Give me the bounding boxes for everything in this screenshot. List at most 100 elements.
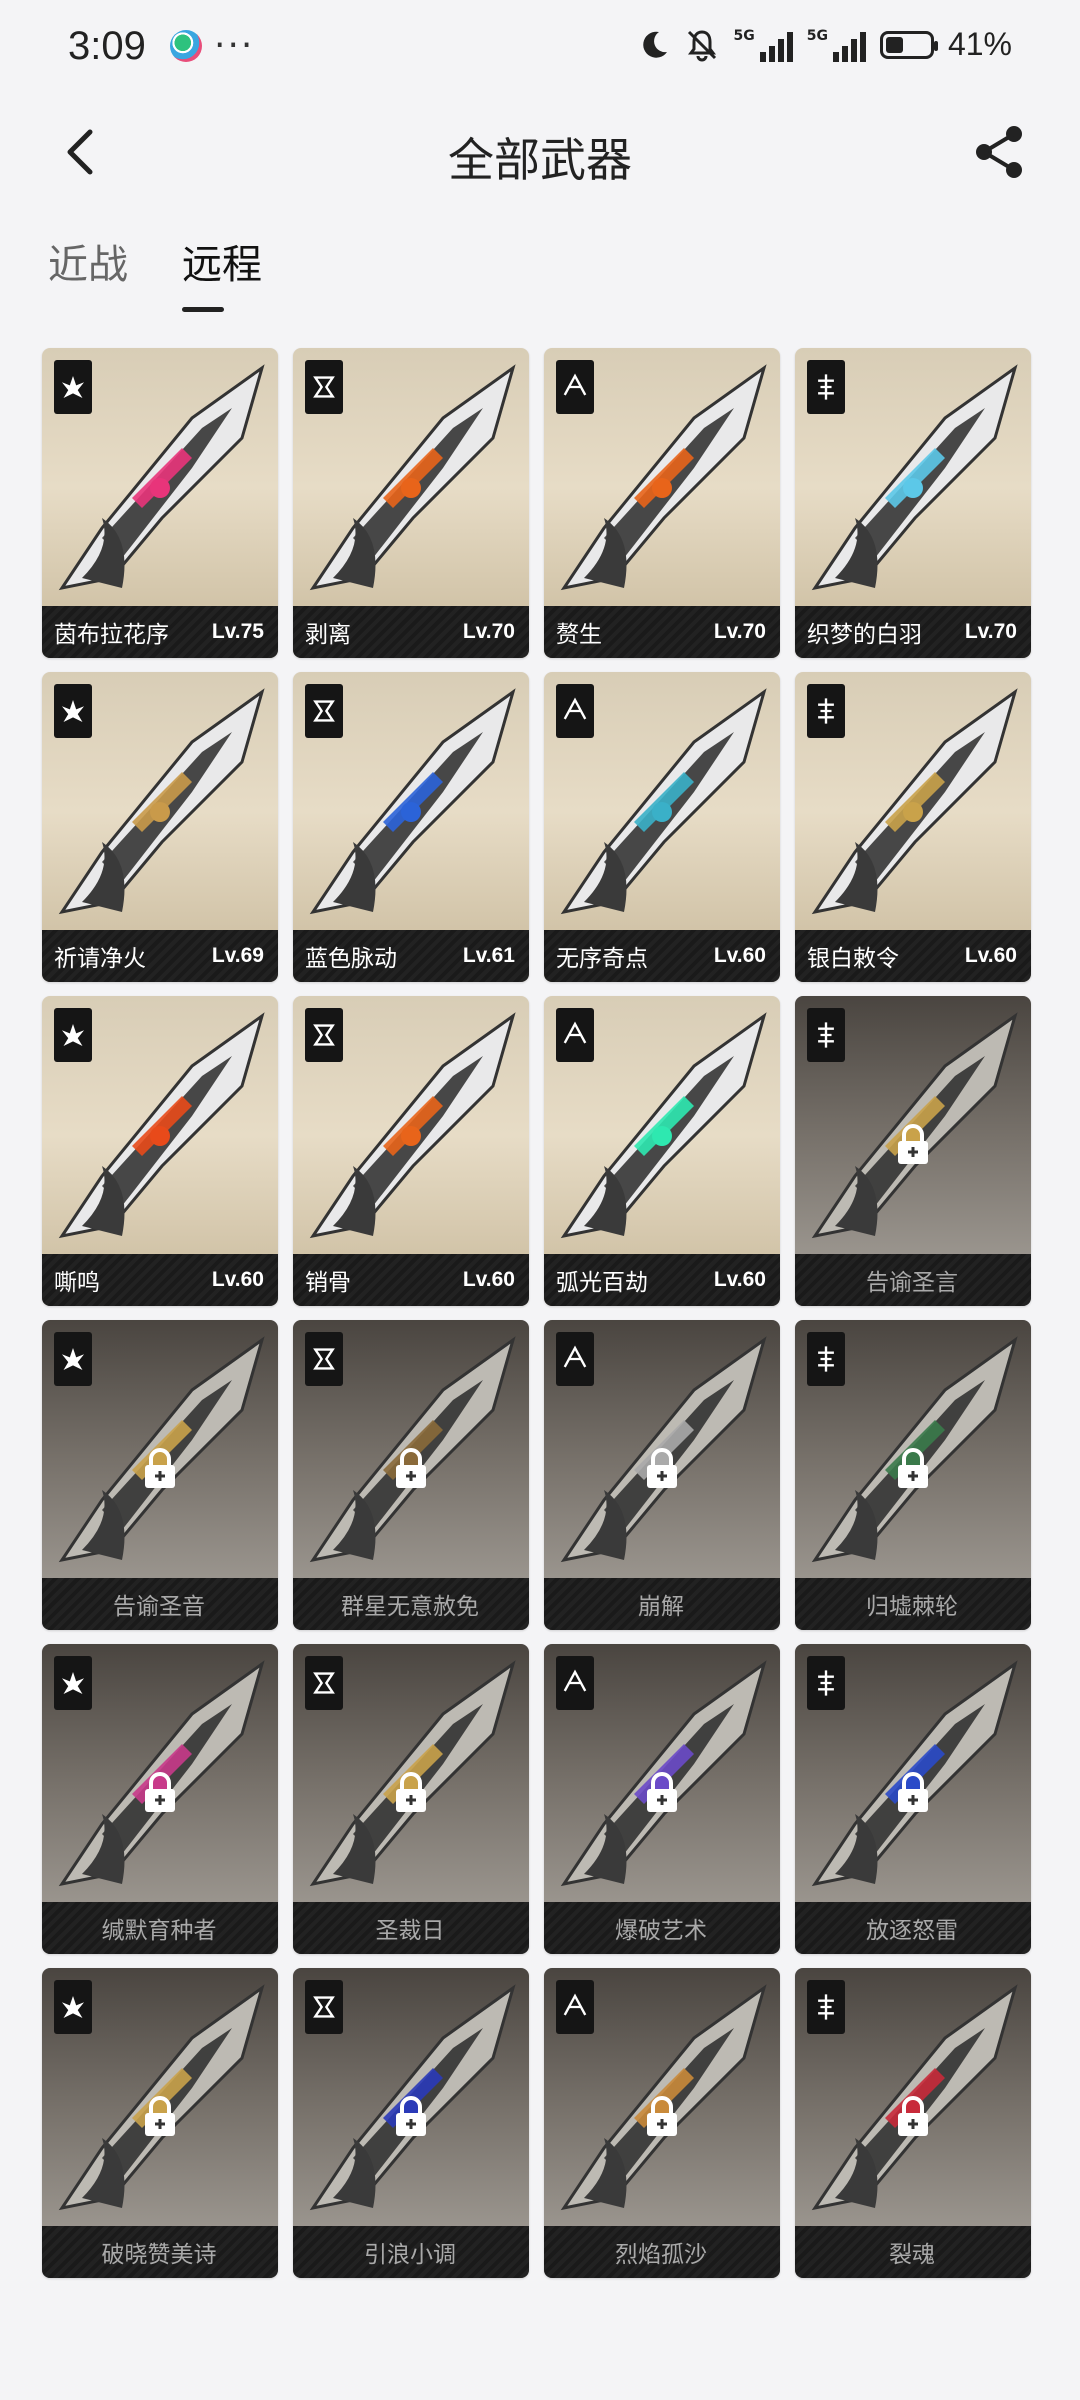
weapon-name: 茵布拉花序 <box>54 622 169 648</box>
weapon-card[interactable]: 放逐怒雷 <box>795 1644 1031 1954</box>
card-footer: 崩解 <box>544 1578 780 1630</box>
weapon-card[interactable]: 嘶鸣 Lv.60 <box>42 996 278 1306</box>
network-1-label: 5G <box>733 27 755 44</box>
signal-1-icon: 5G <box>733 27 793 62</box>
weapon-grid: 茵布拉花序 Lv.75 剥离 Lv.70 赘生 Lv.70 织梦的白羽 Lv.70 祈请净火 Lv… <box>42 348 1042 2278</box>
weapon-name: 放逐怒雷 <box>866 1918 958 1944</box>
weapon-card[interactable]: 销骨 Lv.60 <box>293 996 529 1306</box>
weapon-card[interactable]: 赘生 Lv.70 <box>544 348 780 658</box>
weapon-level: Lv.60 <box>211 1268 264 1291</box>
more-notifications-icon: ··· <box>214 25 255 66</box>
card-footer: 缄默育种者 <box>42 1902 278 1954</box>
weapon-name: 引浪小调 <box>364 2242 456 2268</box>
weapon-name: 归墟棘轮 <box>866 1594 958 1620</box>
class-badge-icon <box>556 1008 594 1062</box>
weapon-card[interactable]: 烈焰孤沙 <box>544 1968 780 2278</box>
weapon-card[interactable]: 引浪小调 <box>293 1968 529 2278</box>
card-footer: 归墟棘轮 <box>795 1578 1031 1630</box>
card-footer: 银白敕令 Lv.60 <box>795 930 1031 982</box>
card-footer: 赘生 Lv.70 <box>544 606 780 658</box>
card-footer: 告谕圣言 <box>795 1254 1031 1306</box>
weapon-level: Lv.60 <box>713 1268 766 1291</box>
weapon-level: Lv.61 <box>462 944 515 967</box>
share-icon[interactable] <box>970 122 1030 182</box>
weapon-name: 崩解 <box>638 1594 684 1620</box>
class-badge-icon <box>807 360 845 414</box>
class-badge-icon <box>305 1656 343 1710</box>
lock-icon <box>898 1448 928 1488</box>
card-footer: 祈请净火 Lv.69 <box>42 930 278 982</box>
card-footer: 群星无意赦免 <box>293 1578 529 1630</box>
weapon-name: 告谕圣音 <box>113 1594 205 1620</box>
class-badge-icon <box>305 684 343 738</box>
card-footer: 破晓赞美诗 <box>42 2226 278 2278</box>
network-2-label: 5G <box>806 27 828 44</box>
lock-icon <box>647 1448 677 1488</box>
weapon-level: Lv.75 <box>211 620 264 643</box>
weapon-card[interactable]: 爆破艺术 <box>544 1644 780 1954</box>
card-footer: 茵布拉花序 Lv.75 <box>42 606 278 658</box>
weapon-card[interactable]: 归墟棘轮 <box>795 1320 1031 1630</box>
lock-icon <box>898 1124 928 1164</box>
tab-melee[interactable]: 近战 <box>48 232 128 312</box>
weapon-card[interactable]: 无序奇点 Lv.60 <box>544 672 780 982</box>
class-badge-icon <box>54 1332 92 1386</box>
status-time: 3:09 <box>68 24 146 68</box>
weapon-card[interactable]: 剥离 Lv.70 <box>293 348 529 658</box>
weapon-name: 圣裁日 <box>375 1918 445 1944</box>
weapon-name: 告谕圣言 <box>866 1270 958 1296</box>
weapon-card[interactable]: 蓝色脉动 Lv.61 <box>293 672 529 982</box>
weapon-card[interactable]: 银白敕令 Lv.60 <box>795 672 1031 982</box>
weapon-card[interactable]: 裂魂 <box>795 1968 1031 2278</box>
card-footer: 爆破艺术 <box>544 1902 780 1954</box>
class-badge-icon <box>807 684 845 738</box>
weapon-card[interactable]: 告谕圣音 <box>42 1320 278 1630</box>
class-badge-icon <box>807 1008 845 1062</box>
class-badge-icon <box>556 360 594 414</box>
status-left-icons: ··· <box>170 25 255 66</box>
weapon-name: 织梦的白羽 <box>807 622 922 648</box>
weapon-card[interactable]: 崩解 <box>544 1320 780 1630</box>
weapon-card[interactable]: 告谕圣言 <box>795 996 1031 1306</box>
class-badge-icon <box>54 684 92 738</box>
card-footer: 蓝色脉动 Lv.61 <box>293 930 529 982</box>
class-badge-icon <box>305 1332 343 1386</box>
weapon-name: 裂魂 <box>889 2242 935 2268</box>
card-footer: 放逐怒雷 <box>795 1902 1031 1954</box>
weapon-name: 缄默育种者 <box>101 1918 217 1944</box>
lock-icon <box>396 2096 426 2136</box>
weapon-name: 爆破艺术 <box>615 1918 707 1944</box>
battery-fill <box>885 36 903 53</box>
weapon-name: 银白敕令 <box>807 946 899 972</box>
class-badge-icon <box>807 1332 845 1386</box>
status-bar: 3:09 ··· 5G 5G 41% <box>0 0 1080 100</box>
weapon-name: 赘生 <box>556 622 602 648</box>
weapon-name: 破晓赞美诗 <box>101 2242 217 2268</box>
class-badge-icon <box>556 1656 594 1710</box>
weapon-card[interactable]: 弧光百劫 Lv.60 <box>544 996 780 1306</box>
weapon-card[interactable]: 织梦的白羽 Lv.70 <box>795 348 1031 658</box>
weapon-name: 弧光百劫 <box>556 1270 648 1296</box>
lock-icon <box>647 2096 677 2136</box>
weapon-card[interactable]: 缄默育种者 <box>42 1644 278 1954</box>
app-notification-icon <box>170 30 202 62</box>
class-badge-icon <box>556 1980 594 2034</box>
card-footer: 告谕圣音 <box>42 1578 278 1630</box>
class-badge-icon <box>305 1008 343 1062</box>
lock-icon <box>145 1448 175 1488</box>
weapon-card[interactable]: 圣裁日 <box>293 1644 529 1954</box>
weapon-card[interactable]: 茵布拉花序 Lv.75 <box>42 348 278 658</box>
weapon-level: Lv.60 <box>462 1268 515 1291</box>
class-badge-icon <box>54 1980 92 2034</box>
class-badge-icon <box>807 1980 845 2034</box>
tab-ranged[interactable]: 远程 <box>182 232 262 312</box>
weapon-level: Lv.60 <box>713 944 766 967</box>
weapon-card[interactable]: 群星无意赦免 <box>293 1320 529 1630</box>
card-footer: 织梦的白羽 Lv.70 <box>795 606 1031 658</box>
lock-icon <box>898 2096 928 2136</box>
weapon-card[interactable]: 祈请净火 Lv.69 <box>42 672 278 982</box>
weapon-name: 群星无意赦免 <box>341 1594 479 1620</box>
class-badge-icon <box>54 1656 92 1710</box>
moon-icon <box>643 31 668 58</box>
weapon-card[interactable]: 破晓赞美诗 <box>42 1968 278 2278</box>
